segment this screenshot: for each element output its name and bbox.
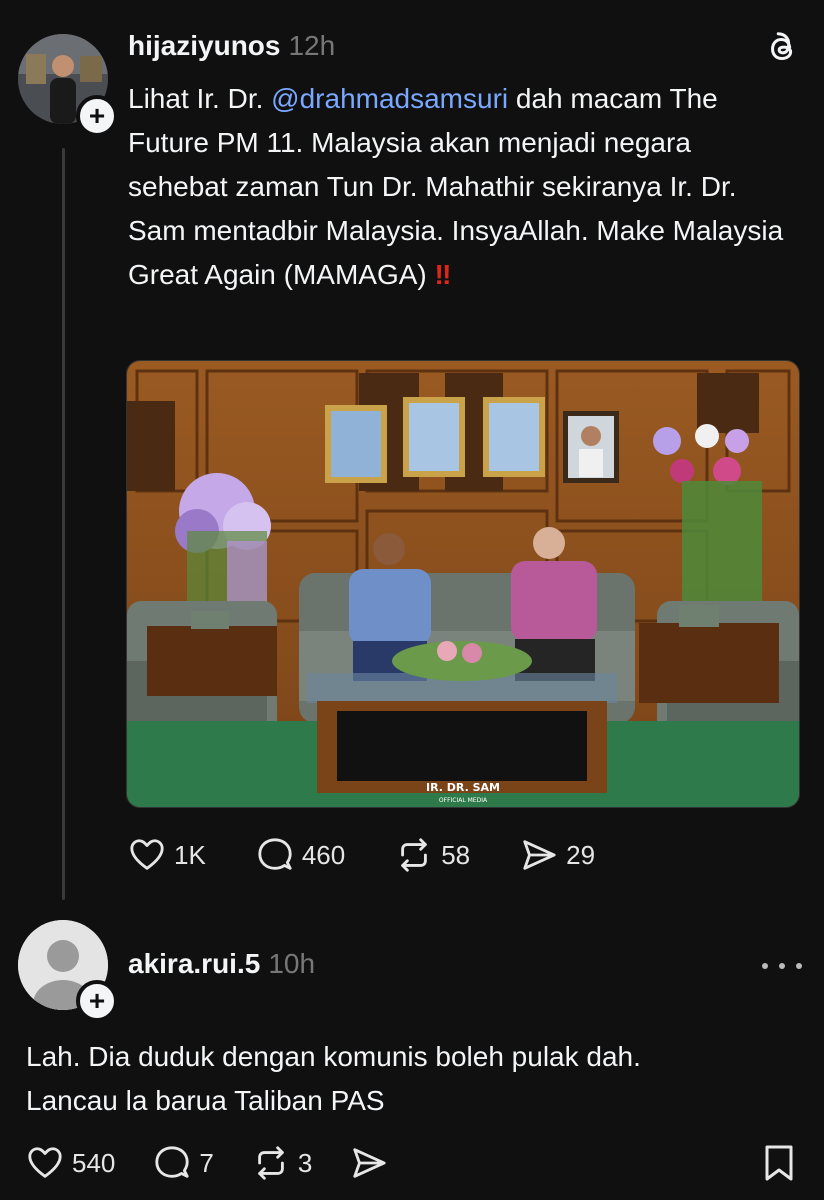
username[interactable]: akira.rui.5 bbox=[128, 948, 260, 979]
image-watermark-sub: OFFICIAL MEDIA bbox=[439, 797, 488, 804]
post-actions: 1K 460 58 29 bbox=[128, 836, 645, 874]
post-text: Lihat Ir. Dr. @drahmadsamsuri dah macam … bbox=[128, 77, 788, 297]
threads-logo-icon[interactable] bbox=[764, 30, 802, 68]
post-image[interactable]: IR. DR. SAM OFFICIAL MEDIA bbox=[126, 360, 800, 808]
share-count: 29 bbox=[566, 839, 596, 870]
repost-button[interactable]: 58 bbox=[395, 836, 470, 874]
post-time: 12h bbox=[288, 30, 336, 61]
post-text-line: Lancau la barua Taliban PAS bbox=[26, 1085, 385, 1116]
post-header: hijaziyunos 12h bbox=[128, 30, 335, 62]
post-text-start: Lihat Ir. Dr. bbox=[128, 83, 272, 114]
comment-icon bbox=[258, 838, 292, 870]
bookmark-icon[interactable] bbox=[762, 1144, 796, 1182]
heart-icon bbox=[28, 1147, 62, 1178]
comment-count: 460 bbox=[301, 839, 346, 870]
post-text-line: Lah. Dia duduk dengan komunis boleh pula… bbox=[26, 1041, 641, 1072]
repost-button[interactable]: 3 bbox=[252, 1144, 312, 1182]
meeting-room-photo: IR. DR. SAM OFFICIAL MEDIA bbox=[127, 361, 799, 807]
comment-count: 7 bbox=[199, 1147, 214, 1178]
comment-button[interactable]: 460 bbox=[256, 836, 345, 874]
double-exclamation-emoji: ‼ bbox=[434, 259, 452, 290]
post-actions: 540 7 3 bbox=[26, 1144, 426, 1182]
post-text: Lah. Dia duduk dengan komunis boleh pula… bbox=[26, 1035, 806, 1123]
like-button[interactable]: 540 bbox=[26, 1144, 115, 1182]
like-count: 1K bbox=[174, 839, 206, 870]
comment-button[interactable]: 7 bbox=[153, 1144, 214, 1182]
like-button[interactable]: 1K bbox=[128, 836, 206, 874]
username[interactable]: hijaziyunos bbox=[128, 30, 280, 61]
send-icon bbox=[353, 1148, 386, 1178]
send-icon bbox=[523, 840, 556, 870]
image-watermark: IR. DR. SAM bbox=[426, 781, 500, 794]
post-text-rest: dah macam The Future PM 11. Malaysia aka… bbox=[128, 83, 784, 290]
like-count: 540 bbox=[72, 1147, 116, 1178]
post-time: 10h bbox=[268, 948, 316, 979]
mention-link[interactable]: @drahmadsamsuri bbox=[271, 83, 508, 114]
repost-count: 58 bbox=[441, 839, 471, 870]
thread-post: + hijaziyunos 12h Lihat Ir. Dr. @drahmads… bbox=[0, 0, 824, 920]
share-button[interactable] bbox=[350, 1144, 388, 1182]
more-options-icon[interactable] bbox=[762, 960, 802, 972]
follow-plus-icon[interactable]: + bbox=[76, 980, 118, 1022]
repost-icon bbox=[258, 1146, 284, 1180]
repost-icon bbox=[401, 838, 428, 872]
share-button[interactable]: 29 bbox=[520, 836, 595, 874]
comment-icon bbox=[155, 1146, 190, 1178]
thread-line bbox=[62, 148, 65, 900]
heart-icon bbox=[130, 839, 164, 870]
follow-plus-icon[interactable]: + bbox=[76, 95, 118, 137]
repost-count: 3 bbox=[297, 1147, 313, 1178]
post-header: akira.rui.5 10h bbox=[128, 948, 315, 980]
